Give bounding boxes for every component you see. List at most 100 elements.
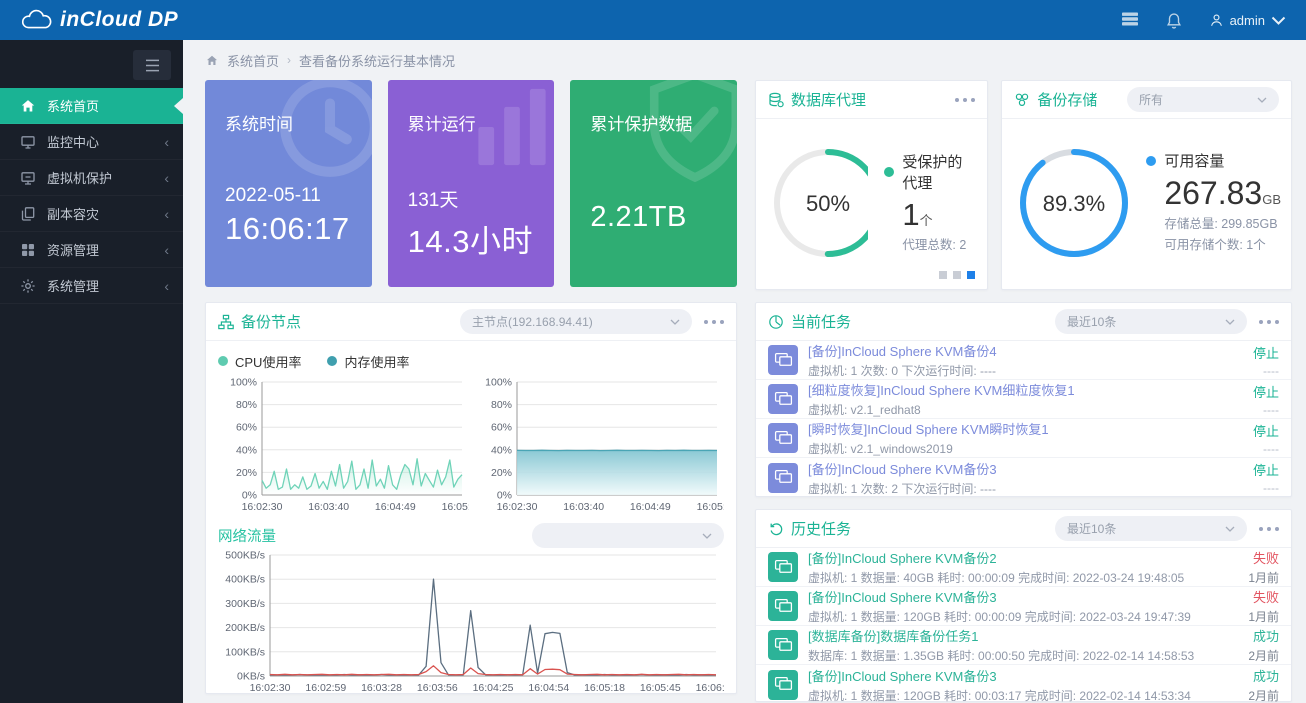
copy-icon bbox=[20, 206, 36, 222]
status-badge: 成功 bbox=[1248, 626, 1279, 645]
history-tasks-more-menu[interactable] bbox=[1259, 523, 1279, 535]
task-sub: ---- bbox=[1253, 442, 1279, 456]
sidebar-item-vm-protection[interactable]: 虚拟机保护 ‹ bbox=[0, 160, 183, 196]
svg-text:16:02:59: 16:02:59 bbox=[305, 682, 346, 694]
breadcrumb-current: 查看备份系统运行基本情况 bbox=[299, 51, 455, 70]
server-icon[interactable] bbox=[1121, 12, 1139, 28]
db-agent-value: 1个 bbox=[902, 197, 977, 233]
card-title: 系统时间 bbox=[225, 110, 352, 135]
svg-text:16:03:40: 16:03:40 bbox=[308, 501, 349, 513]
task-name-link[interactable]: [数据库备份]数据库备份任务1 bbox=[808, 626, 1238, 645]
sidebar-item-resource-mgmt[interactable]: 资源管理 ‹ bbox=[0, 232, 183, 268]
bell-icon[interactable] bbox=[1165, 12, 1183, 28]
current-tasks-select-value: 最近10条 bbox=[1067, 313, 1116, 330]
chevron-down-icon bbox=[1271, 13, 1286, 28]
svg-text:16:03:40: 16:03:40 bbox=[563, 501, 604, 513]
network-traffic-chart: 0KB/s100KB/s200KB/s300KB/s400KB/s500KB/s… bbox=[218, 548, 724, 696]
current-tasks-more-menu[interactable] bbox=[1259, 316, 1279, 328]
db-agent-pagination bbox=[939, 271, 975, 279]
svg-text:40%: 40% bbox=[236, 444, 257, 456]
task-desc: 数据库: 1 数据量: 1.35GB 耗时: 00:00:50 完成时间: 20… bbox=[808, 647, 1238, 664]
sidebar: 系统首页 监控中心 ‹ 虚拟机保护 ‹ 副本容灾 ‹ 资源管理 ‹ bbox=[0, 40, 183, 703]
svg-text:16:02:30: 16:02:30 bbox=[242, 501, 283, 513]
sidebar-collapse-button[interactable] bbox=[133, 50, 171, 80]
sidebar-item-label: 副本容灾 bbox=[47, 204, 99, 223]
breadcrumb-home[interactable]: 系统首页 bbox=[227, 51, 279, 70]
usage-legend: CPU使用率 内存使用率 bbox=[218, 349, 724, 373]
legend-dot-memory bbox=[327, 356, 337, 366]
database-icon bbox=[768, 92, 784, 108]
task-name-link[interactable]: [细粒度恢复]InCloud Sphere KVM细粒度恢复1 bbox=[808, 380, 1243, 399]
svg-text:100%: 100% bbox=[230, 377, 257, 389]
storage-select[interactable]: 所有 bbox=[1127, 87, 1279, 112]
pagination-dot-active[interactable] bbox=[967, 271, 975, 279]
topbar-right: admin bbox=[1121, 12, 1286, 28]
stop-task-link[interactable]: 停止 bbox=[1253, 460, 1279, 479]
sidebar-item-label: 资源管理 bbox=[47, 240, 99, 259]
vm-task-icon bbox=[768, 423, 798, 453]
vm-monitor-icon bbox=[20, 170, 36, 186]
db-agent-legend: 受保护的代理 bbox=[884, 151, 977, 193]
sidebar-item-replica-dr[interactable]: 副本容灾 ‹ bbox=[0, 196, 183, 232]
task-desc: 虚拟机: 1 数据量: 40GB 耗时: 00:00:09 完成时间: 2022… bbox=[808, 569, 1238, 586]
app-window: inCloud DP admin 系统首页 监控中心 ‹ bbox=[0, 0, 1306, 703]
home-icon bbox=[20, 98, 36, 114]
task-name-link[interactable]: [备份]InCloud Sphere KVM备份4 bbox=[808, 341, 1243, 360]
storage-legend-label: 可用容量 bbox=[1164, 150, 1224, 171]
task-desc: 虚拟机: 1 次数: 0 下次运行时间: ---- bbox=[808, 362, 1243, 379]
current-tasks-select[interactable]: 最近10条 bbox=[1055, 309, 1247, 334]
current-tasks-panel: 当前任务 最近10条 [备份]InCloud Sphere KVM备份4 虚拟机:… bbox=[755, 302, 1292, 497]
legend-memory: 内存使用率 bbox=[327, 352, 409, 371]
chevron-down-icon bbox=[1225, 319, 1235, 325]
legend-cpu: CPU使用率 bbox=[218, 352, 301, 371]
stop-task-link[interactable]: 停止 bbox=[1253, 421, 1279, 440]
sidebar-item-monitor-center[interactable]: 监控中心 ‹ bbox=[0, 124, 183, 160]
task-desc: 虚拟机: v2.1_windows2019 bbox=[808, 440, 1243, 457]
panel-title: 数据库代理 bbox=[768, 89, 866, 110]
node-more-menu[interactable] bbox=[704, 316, 724, 328]
card-title: 累计运行 bbox=[408, 110, 535, 135]
current-tasks-icon bbox=[768, 314, 784, 330]
stop-task-link[interactable]: 停止 bbox=[1253, 382, 1279, 401]
panel-title-text: 历史任务 bbox=[791, 518, 851, 539]
db-agent-more-menu[interactable] bbox=[955, 94, 975, 106]
backup-node-panel: 备份节点 主节点(192.168.94.41) CPU使用率 内存使用率 bbox=[205, 302, 737, 694]
svg-text:16:05:18: 16:05:18 bbox=[584, 682, 625, 694]
task-name-link[interactable]: [备份]InCloud Sphere KVM备份3 bbox=[808, 587, 1238, 606]
history-tasks-list: [备份]InCloud Sphere KVM备份2 虚拟机: 1 数据量: 40G… bbox=[756, 548, 1291, 703]
system-date: 2022-05-11 bbox=[225, 185, 352, 207]
svg-text:80%: 80% bbox=[236, 399, 257, 411]
vm-task-icon bbox=[768, 345, 798, 375]
svg-text:16:03:28: 16:03:28 bbox=[361, 682, 402, 694]
svg-text:100%: 100% bbox=[485, 377, 512, 389]
user-menu[interactable]: admin bbox=[1209, 13, 1286, 28]
vm-task-icon bbox=[768, 552, 798, 582]
svg-text:20%: 20% bbox=[236, 467, 257, 479]
pagination-dot[interactable] bbox=[939, 271, 947, 279]
username: admin bbox=[1230, 13, 1265, 28]
sidebar-item-home[interactable]: 系统首页 bbox=[0, 88, 183, 124]
stop-task-link[interactable]: 停止 bbox=[1253, 343, 1279, 362]
status-badge: 失败 bbox=[1248, 548, 1279, 567]
breadcrumb-separator: › bbox=[287, 53, 291, 67]
network-select[interactable] bbox=[532, 523, 724, 548]
task-name-link[interactable]: [瞬时恢复]InCloud Sphere KVM瞬时恢复1 bbox=[808, 419, 1243, 438]
sidebar-item-system-mgmt[interactable]: 系统管理 ‹ bbox=[0, 268, 183, 304]
panel-title: 历史任务 bbox=[768, 518, 851, 539]
breadcrumb: 系统首页 › 查看备份系统运行基本情况 bbox=[205, 40, 1292, 80]
task-name-link[interactable]: [备份]InCloud Sphere KVM备份2 bbox=[808, 548, 1238, 567]
svg-text:0%: 0% bbox=[497, 490, 512, 502]
svg-text:20%: 20% bbox=[491, 467, 512, 479]
storage-total: 存储总量: 299.85GB bbox=[1164, 214, 1281, 235]
network-traffic-title: 网络流量 bbox=[218, 525, 276, 546]
task-name-link[interactable]: [备份]InCloud Sphere KVM备份3 bbox=[808, 459, 1243, 478]
pagination-dot[interactable] bbox=[953, 271, 961, 279]
history-tasks-select[interactable]: 最近10条 bbox=[1055, 516, 1247, 541]
protected-data-value: 2.21TB bbox=[590, 201, 717, 234]
task-time: 2月前 bbox=[1248, 647, 1279, 664]
chevron-left-icon: ‹ bbox=[164, 278, 169, 294]
panel-title-text: 当前任务 bbox=[791, 311, 851, 332]
node-select[interactable]: 主节点(192.168.94.41) bbox=[460, 309, 692, 334]
task-name-link[interactable]: [备份]InCloud Sphere KVM备份3 bbox=[808, 666, 1238, 685]
sidebar-item-label: 系统首页 bbox=[47, 96, 99, 115]
